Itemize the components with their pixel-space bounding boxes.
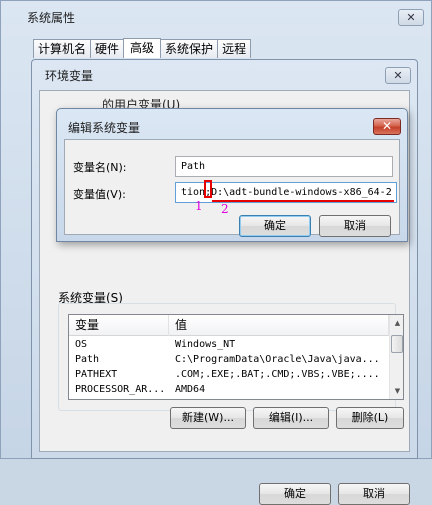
variable-value-label: 变量值(V): <box>73 188 126 201</box>
edit-variable-button[interactable]: 编辑(I)... <box>253 407 329 429</box>
annotation-highlight-box <box>204 180 212 198</box>
scroll-thumb[interactable] <box>391 335 403 353</box>
row-variable-name: PATHEXT <box>75 369 118 380</box>
scroll-up-arrow-icon[interactable]: ▲ <box>390 315 403 331</box>
scroll-down-arrow-icon[interactable]: ▼ <box>390 383 403 399</box>
environment-variables-title: 环境变量 <box>45 69 94 83</box>
tab-system-protection[interactable]: 系统保护 <box>160 39 219 58</box>
variable-name-input[interactable]: Path <box>175 156 393 177</box>
delete-variable-button[interactable]: 删除(L) <box>336 407 404 429</box>
table-vertical-scrollbar[interactable]: ▲ ▼ <box>389 315 403 399</box>
edit-system-variable-dialog: 编辑系统变量 ✕ 变量名(N): Path 变量值(V): tion;D:\ad… <box>56 108 408 242</box>
system-variables-table[interactable]: 变量 值 OS Windows_NT Path C:\ProgramData\O… <box>68 314 404 400</box>
system-properties-title: 系统属性 <box>27 11 76 25</box>
table-rows: OS Windows_NT Path C:\ProgramData\Oracle… <box>69 337 389 397</box>
table-row[interactable]: PROCESSOR_AR... AMD64 <box>69 382 389 397</box>
column-header-value[interactable]: 值 <box>169 315 389 336</box>
annotation-marker-1: 1 <box>195 199 203 213</box>
row-variable-value: C:\ProgramData\Oracle\Java\java... <box>175 354 380 365</box>
row-variable-name: OS <box>75 339 88 350</box>
edit-dialog-title: 编辑系统变量 <box>68 121 141 135</box>
table-row[interactable]: Path C:\ProgramData\Oracle\Java\java... <box>69 352 389 367</box>
tab-remote[interactable]: 远程 <box>217 39 252 58</box>
row-variable-value: .COM;.EXE;.BAT;.CMD;.VBS;.VBE;.... <box>175 369 380 380</box>
table-row[interactable]: OS Windows_NT <box>69 337 389 352</box>
system-properties-tabs: 计算机名 硬件 高级 系统保护 远程 <box>33 38 252 58</box>
edit-cancel-button[interactable]: 取消 <box>319 215 391 237</box>
table-row[interactable]: PATHEXT .COM;.EXE;.BAT;.CMD;.VBS;.VBE;..… <box>69 367 389 382</box>
env-cancel-button[interactable]: 取消 <box>338 483 410 505</box>
edit-dialog-body: 变量名(N): Path 变量值(V): tion;D:\adt-bundle-… <box>64 139 400 237</box>
tab-hardware[interactable]: 硬件 <box>90 39 125 58</box>
annotation-underline <box>212 200 394 202</box>
row-variable-value: AMD64 <box>175 384 206 395</box>
env-ok-button[interactable]: 确定 <box>259 483 331 505</box>
variable-name-label: 变量名(N): <box>73 161 127 174</box>
tab-computer-name[interactable]: 计算机名 <box>33 39 92 58</box>
new-variable-button[interactable]: 新建(W)... <box>170 407 246 429</box>
system-properties-close-icon[interactable]: ✕ <box>398 9 424 26</box>
tab-advanced[interactable]: 高级 <box>123 38 162 58</box>
table-header: 变量 值 <box>69 315 389 336</box>
row-variable-value: Windows_NT <box>175 339 236 350</box>
row-variable-name: PROCESSOR_AR... <box>75 384 166 395</box>
row-variable-name: Path <box>75 354 100 365</box>
annotation-marker-2: 2 <box>221 202 229 216</box>
edit-dialog-close-icon[interactable]: ✕ <box>373 118 401 135</box>
environment-variables-close-icon[interactable]: ✕ <box>385 67 411 84</box>
edit-ok-button[interactable]: 确定 <box>239 215 311 237</box>
column-header-variable[interactable]: 变量 <box>69 315 169 336</box>
